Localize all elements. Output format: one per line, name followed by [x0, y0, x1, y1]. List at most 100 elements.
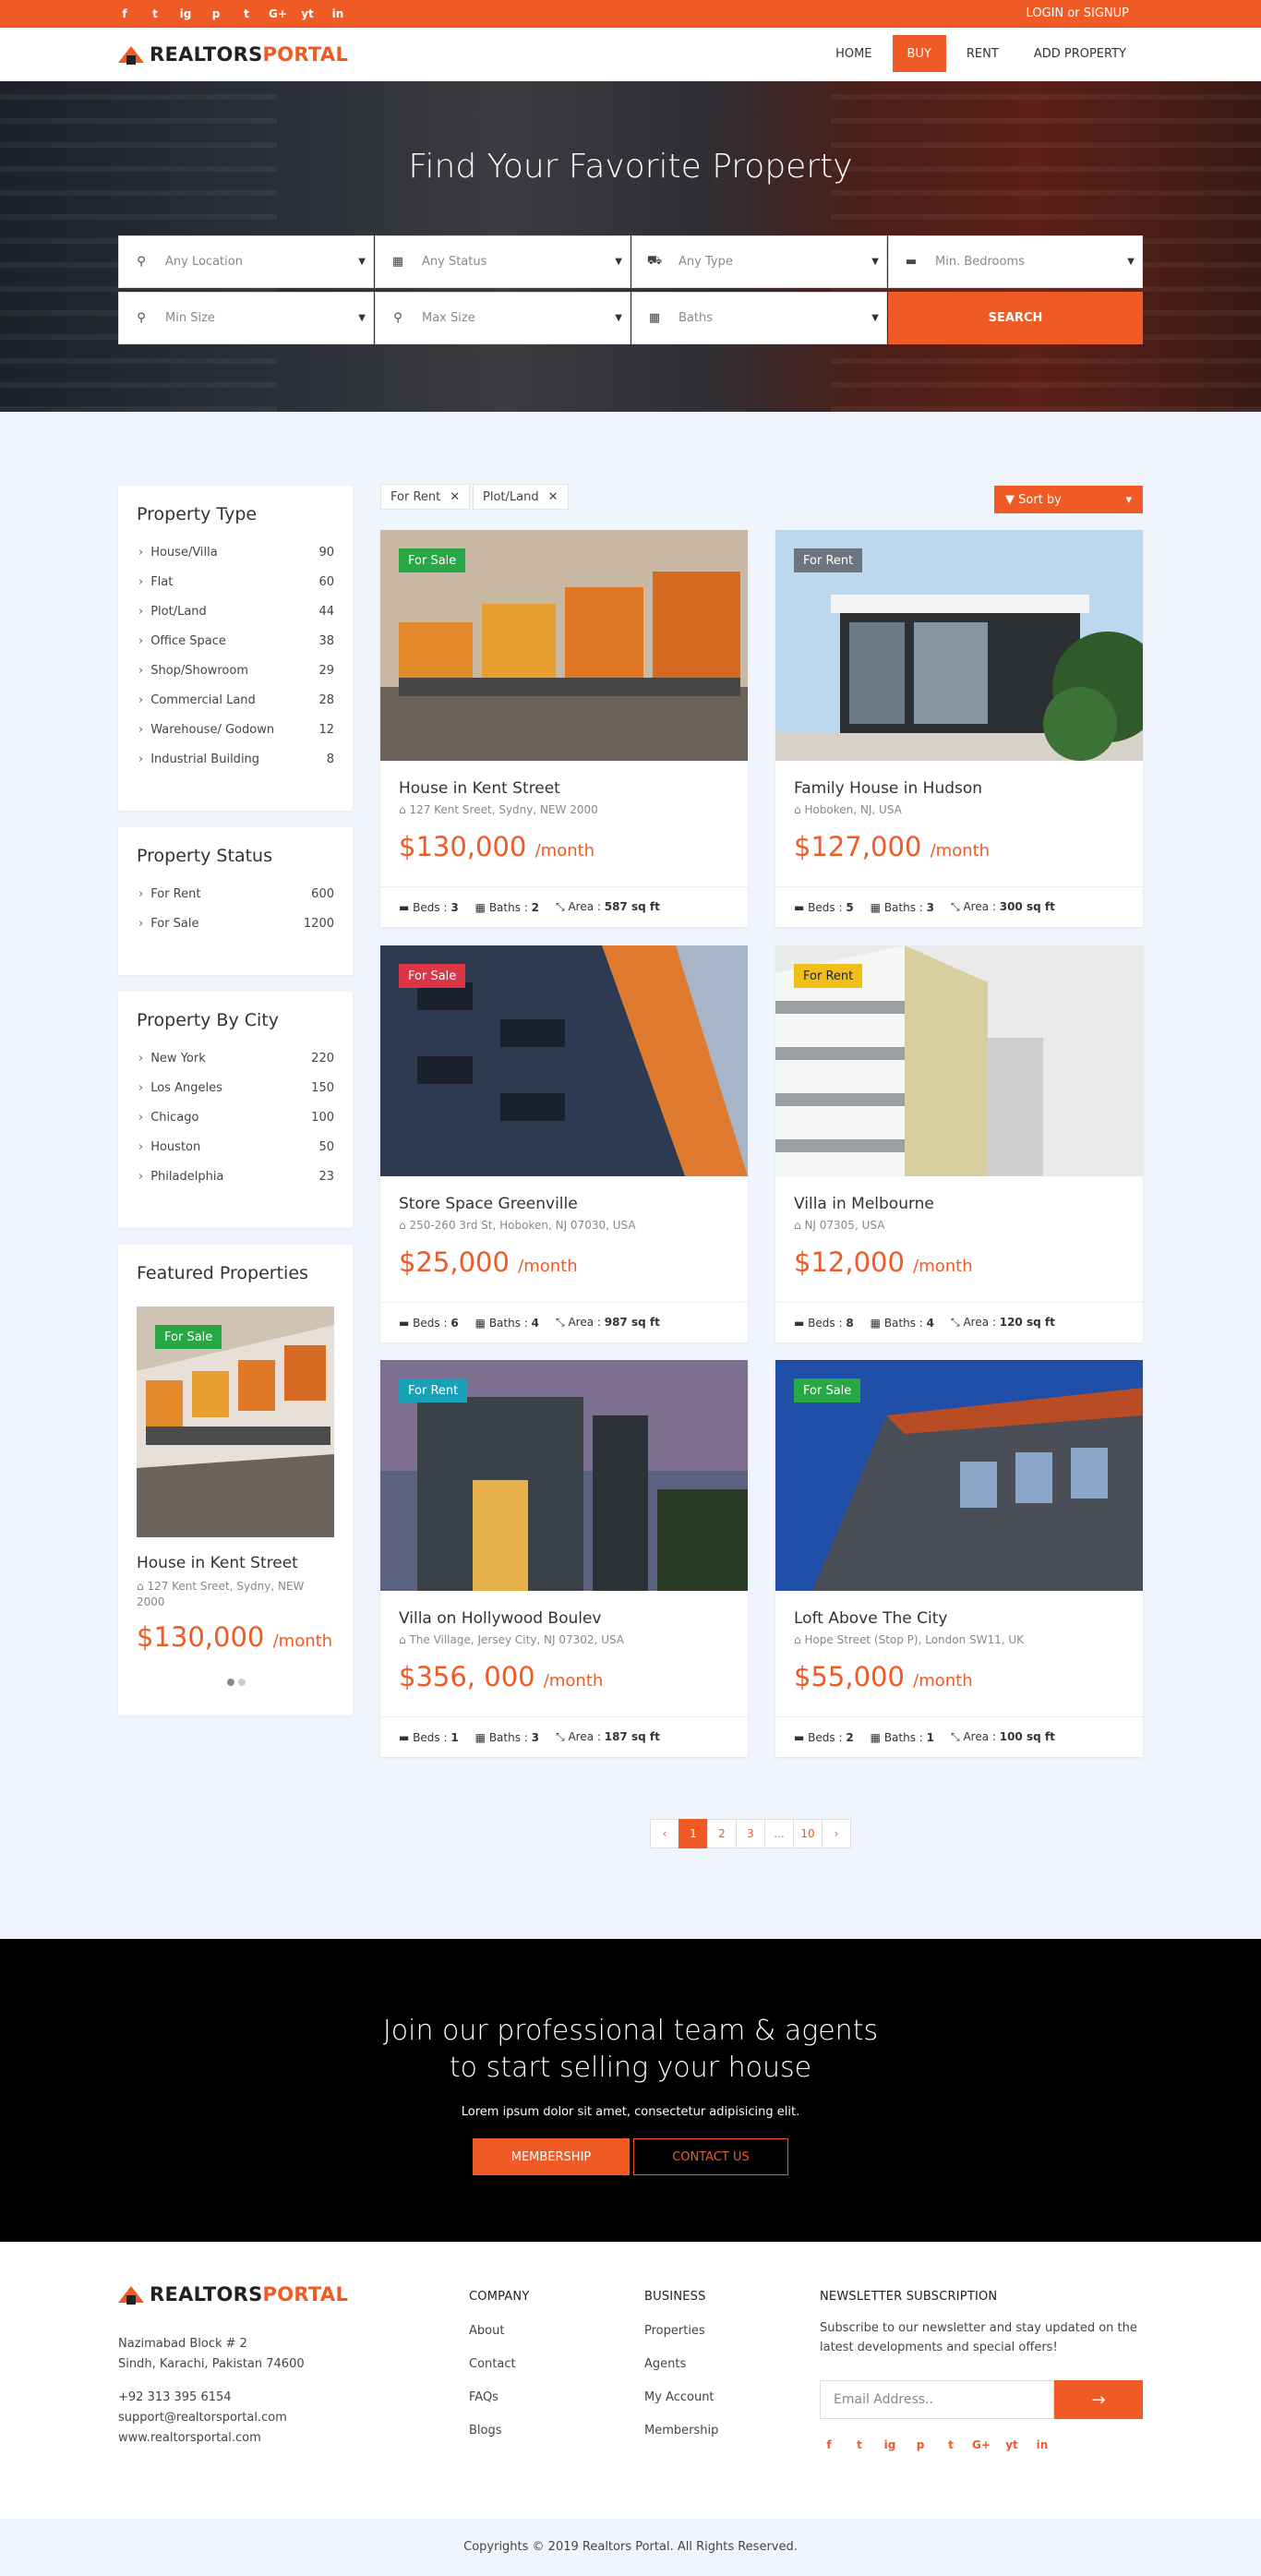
page-2[interactable]: 2 — [707, 1819, 737, 1848]
footer-link-contact[interactable]: Contact — [469, 2357, 530, 2390]
baths-select[interactable]: ▦ Baths ▼ — [631, 292, 887, 344]
footer-brand-logo[interactable]: REALTORS PORTAL — [118, 2282, 348, 2306]
pagination: ‹ 1 2 3 ... 10 › — [650, 1819, 851, 1848]
search-button[interactable]: SEARCH — [888, 292, 1143, 344]
close-icon[interactable]: ✕ — [548, 490, 558, 504]
page-prev[interactable]: ‹ — [650, 1819, 679, 1848]
cta-text: Lorem ipsum dolor sit amet, consectetur … — [461, 2105, 800, 2119]
status-item-for-sale[interactable]: For Sale1200 — [118, 909, 353, 938]
bedrooms-select[interactable]: ▬ Min. Bedrooms ▼ — [888, 235, 1143, 288]
login-signup-link[interactable]: LOGIN or SIGNUP — [1027, 6, 1129, 20]
city-item-new-york[interactable]: New York220 — [118, 1043, 353, 1073]
tumblr-icon[interactable]: t — [942, 2438, 960, 2451]
property-title[interactable]: Villa in Melbourne — [794, 1195, 1124, 1213]
property-card[interactable]: For Sale Store Space Greenville ⌂ 250-26… — [380, 945, 748, 1342]
linkedin-icon[interactable]: in — [330, 7, 346, 20]
brand-logo[interactable]: REALTORS PORTAL — [118, 42, 348, 66]
location-select[interactable]: ⚲ Any Location ▼ — [118, 235, 374, 288]
type-item-shop-showroom[interactable]: Shop/Showroom29 — [118, 656, 353, 685]
tumblr-icon[interactable]: t — [238, 7, 255, 20]
property-card[interactable]: For Rent Villa in Melbourne ⌂ NJ 07305, … — [775, 945, 1143, 1342]
close-icon[interactable]: ✕ — [450, 490, 460, 504]
footer-phone[interactable]: +92 313 395 6154 — [118, 2388, 287, 2408]
page-3[interactable]: 3 — [736, 1819, 765, 1848]
featured-title[interactable]: House in Kent Street — [137, 1554, 298, 1572]
footer-link-blogs[interactable]: Blogs — [469, 2424, 530, 2457]
beds-info: ▬ Beds : 2 — [794, 1730, 854, 1744]
property-title[interactable]: Loft Above The City — [794, 1609, 1124, 1628]
city-item-los-angeles[interactable]: Los Angeles150 — [118, 1073, 353, 1102]
property-image[interactable]: For Rent — [775, 945, 1143, 1176]
instagram-icon[interactable]: ig — [177, 7, 194, 20]
page-1[interactable]: 1 — [679, 1819, 708, 1848]
twitter-icon[interactable]: t — [147, 7, 163, 20]
property-card[interactable]: For Rent Family House in Hudson ⌂ Hoboke… — [775, 530, 1143, 927]
beds-info: ▬ Beds : 6 — [399, 1316, 459, 1330]
youtube-icon[interactable]: yt — [299, 7, 316, 20]
linkedin-icon[interactable]: in — [1033, 2438, 1051, 2451]
property-title[interactable]: Store Space Greenville — [399, 1195, 729, 1213]
property-card[interactable]: For Sale Loft Above The City ⌂ Hope Stre… — [775, 1360, 1143, 1757]
hero-banner: Find Your Favorite Property ⚲ Any Locatio… — [0, 81, 1261, 412]
footer-link-faqs[interactable]: FAQs — [469, 2390, 530, 2424]
property-price: $12,000 /month — [794, 1246, 973, 1278]
instagram-icon[interactable]: ig — [881, 2438, 899, 2451]
bed-icon: ▬ — [399, 900, 414, 914]
property-card[interactable]: For Sale House in Kent Street ⌂ 127 Kent… — [380, 530, 748, 927]
max-size-select[interactable]: ⚲ Max Size ▼ — [375, 292, 630, 344]
type-item-plot-land[interactable]: Plot/Land44 — [118, 596, 353, 626]
newsletter-email-input[interactable]: Email Address.. — [820, 2380, 1054, 2419]
type-item-commercial-land[interactable]: Commercial Land28 — [118, 685, 353, 715]
footer-website[interactable]: www.realtorsportal.com — [118, 2428, 287, 2449]
type-item-office-space[interactable]: Office Space38 — [118, 626, 353, 656]
property-image[interactable]: For Sale — [775, 1360, 1143, 1591]
filter-chip-plot-land[interactable]: Plot/Land ✕ — [473, 484, 569, 510]
nav-rent[interactable]: RENT — [952, 35, 1014, 72]
type-item-flat[interactable]: Flat60 — [118, 567, 353, 596]
contact-us-button[interactable]: CONTACT US — [633, 2138, 788, 2175]
filter-chip-for-rent[interactable]: For Rent ✕ — [380, 484, 471, 510]
footer-link-my-account[interactable]: My Account — [644, 2390, 718, 2424]
city-item-philadelphia[interactable]: Philadelphia23 — [118, 1162, 353, 1191]
nav-add-property[interactable]: ADD PROPERTY — [1019, 35, 1141, 72]
property-title[interactable]: House in Kent Street — [399, 779, 729, 798]
featured-image[interactable]: For Sale — [137, 1306, 334, 1537]
property-card[interactable]: For Rent Villa on Hollywood Boulev ⌂ The… — [380, 1360, 748, 1757]
footer-link-agents[interactable]: Agents — [644, 2357, 718, 2390]
sort-by-dropdown[interactable]: ▼ Sort by ▾ — [994, 486, 1143, 513]
facebook-icon[interactable]: f — [116, 7, 133, 20]
page-next[interactable]: › — [822, 1819, 851, 1848]
facebook-icon[interactable]: f — [820, 2438, 838, 2451]
nav-home[interactable]: HOME — [821, 35, 886, 72]
footer-link-about[interactable]: About — [469, 2324, 530, 2357]
page-10[interactable]: 10 — [793, 1819, 823, 1848]
property-image[interactable]: For Sale — [380, 945, 748, 1176]
property-image[interactable]: For Rent — [775, 530, 1143, 761]
pinterest-icon[interactable]: p — [208, 7, 224, 20]
pinterest-icon[interactable]: p — [911, 2438, 930, 2451]
type-select[interactable]: ⛟ Any Type ▼ — [631, 235, 887, 288]
type-item-house-villa[interactable]: House/Villa90 — [118, 537, 353, 567]
membership-button[interactable]: MEMBERSHIP — [473, 2138, 630, 2175]
city-item-houston[interactable]: Houston50 — [118, 1132, 353, 1162]
property-title[interactable]: Family House in Hudson — [794, 779, 1124, 798]
google-plus-icon[interactable]: G+ — [269, 7, 287, 20]
status-item-for-rent[interactable]: For Rent600 — [118, 879, 353, 909]
city-item-chicago[interactable]: Chicago100 — [118, 1102, 353, 1132]
property-image[interactable]: For Rent — [380, 1360, 748, 1591]
property-image[interactable]: For Sale — [380, 530, 748, 761]
property-title[interactable]: Villa on Hollywood Boulev — [399, 1609, 729, 1628]
carousel-dots[interactable] — [227, 1679, 246, 1686]
footer-email[interactable]: support@realtorsportal.com — [118, 2408, 287, 2428]
status-select[interactable]: ▦ Any Status ▼ — [375, 235, 630, 288]
footer-link-properties[interactable]: Properties — [644, 2324, 718, 2357]
newsletter-submit-button[interactable]: → — [1054, 2380, 1143, 2419]
type-item-industrial-building[interactable]: Industrial Building8 — [118, 744, 353, 774]
twitter-icon[interactable]: t — [850, 2438, 869, 2451]
type-item-warehouse[interactable]: Warehouse/ Godown12 — [118, 715, 353, 744]
min-size-select[interactable]: ⚲ Min Size ▼ — [118, 292, 374, 344]
youtube-icon[interactable]: yt — [1003, 2438, 1021, 2451]
google-plus-icon[interactable]: G+ — [972, 2438, 991, 2451]
footer-link-membership[interactable]: Membership — [644, 2424, 718, 2457]
nav-buy[interactable]: BUY — [892, 35, 946, 72]
